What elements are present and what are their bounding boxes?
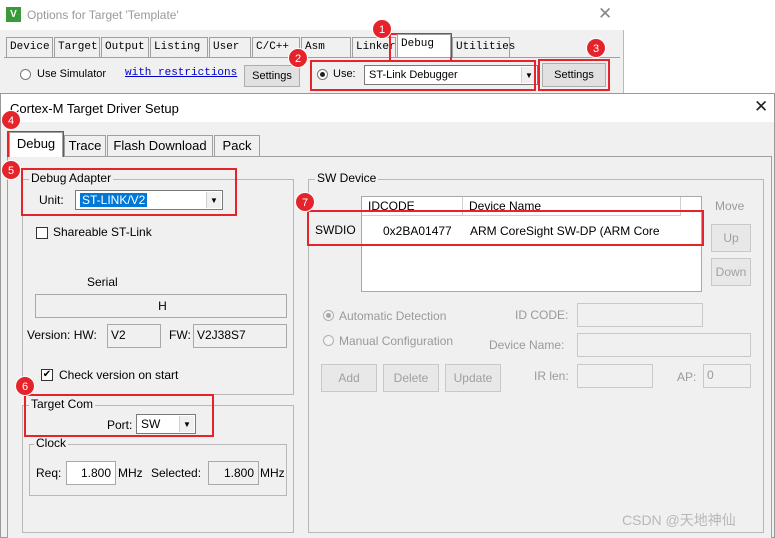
manual-configuration-radio[interactable] xyxy=(323,335,334,346)
use-label: Use: xyxy=(333,68,356,80)
restrictions-link[interactable]: with restrictions xyxy=(125,67,237,79)
csdn-watermark: CSDN @天地神仙 xyxy=(622,512,736,528)
annotation-badge-1: 1 xyxy=(372,19,392,39)
manual-configuration-label: Manual Configuration xyxy=(339,334,454,348)
shareable-st-link-checkbox[interactable] xyxy=(36,227,48,239)
ir-len-input[interactable] xyxy=(577,364,653,388)
tab-output[interactable]: Output xyxy=(101,37,149,57)
clock-group: Clock Req: 1.800 MHz Selected: 1.800 MHz xyxy=(29,436,287,496)
annotation-badge-5: 5 xyxy=(1,160,21,180)
tab-listing[interactable]: Listing xyxy=(150,37,208,57)
use-simulator-radio[interactable] xyxy=(20,69,31,80)
port-label: Port: xyxy=(107,418,133,432)
device-name-column-header[interactable]: Device Name xyxy=(463,197,681,216)
idcode-cell: 0x2BA01477 xyxy=(383,224,452,238)
sw-device-title: SW Device xyxy=(315,171,379,185)
add-button[interactable]: Add xyxy=(321,364,377,392)
ap-label: AP: xyxy=(677,370,697,384)
debugger-select[interactable]: ST-Link Debugger ▼ xyxy=(364,65,538,85)
move-up-button[interactable]: Up xyxy=(711,224,751,252)
serial-label: Serial xyxy=(87,275,118,289)
move-label: Move xyxy=(715,199,745,213)
ap-input[interactable]: 0 xyxy=(703,364,751,388)
debugger-settings-button[interactable]: Settings xyxy=(542,63,606,87)
automatic-detection-radio[interactable] xyxy=(323,310,334,321)
tab-debug[interactable]: Debug xyxy=(9,132,63,157)
unit-select[interactable]: ST-LINK/V2 ▼ xyxy=(75,190,223,210)
tab-linker[interactable]: Linker xyxy=(352,37,396,57)
tab-asm[interactable]: Asm xyxy=(301,37,351,57)
chevron-down-icon: ▼ xyxy=(206,192,221,208)
target-com-title: Target Com xyxy=(29,397,96,411)
unit-label: Unit: xyxy=(39,193,64,207)
cortex-m-target-driver-setup-dialog: Cortex-M Target Driver Setup ✕ Debug Tra… xyxy=(0,93,775,538)
close-icon[interactable]: ✕ xyxy=(598,4,612,24)
req-clock-input[interactable]: 1.800 xyxy=(66,461,116,485)
annotation-badge-6: 6 xyxy=(15,376,35,396)
ir-len-label: IR len: xyxy=(534,369,569,383)
selected-mhz-label: MHz xyxy=(260,466,285,480)
req-label: Req: xyxy=(36,466,62,480)
tab-target[interactable]: Target xyxy=(54,37,100,57)
sw-device-list[interactable]: IDCODE Device Name 0x2BA01477 ARM CoreSi… xyxy=(361,196,702,292)
chevron-down-icon: ▼ xyxy=(179,416,194,432)
check-version-label: Check version on start xyxy=(59,368,179,382)
use-debugger-radio[interactable] xyxy=(317,69,328,80)
tab-trace[interactable]: Trace xyxy=(64,135,106,156)
simulator-settings-button[interactable]: Settings xyxy=(244,65,300,87)
req-mhz-label: MHz xyxy=(118,466,143,480)
options-title-bar: V Options for Target 'Template' ✕ xyxy=(0,0,624,30)
delete-button[interactable]: Delete xyxy=(383,364,439,392)
chevron-down-icon: ▼ xyxy=(521,67,536,83)
tab-utilities[interactable]: Utilities xyxy=(452,37,515,57)
options-window-title: Options for Target 'Template' xyxy=(27,8,179,22)
port-select-value: SW xyxy=(141,417,161,431)
use-simulator-label: Use Simulator xyxy=(37,68,107,80)
options-for-target-window: V Options for Target 'Template' ✕ Device… xyxy=(0,0,624,100)
serial-field: H xyxy=(35,294,287,318)
tab-debug[interactable]: Debug xyxy=(397,34,451,57)
tab-user[interactable]: User xyxy=(209,37,251,57)
sw-device-group: SW Device SWDIO IDCODE Device Name 0x2BA… xyxy=(308,171,764,533)
dialog-title: Cortex-M Target Driver Setup xyxy=(10,101,179,116)
device-name-label: Device Name: xyxy=(489,338,565,352)
annotation-badge-7: 7 xyxy=(295,192,315,212)
unit-select-value: ST-LINK/V2 xyxy=(80,193,148,207)
tab-flash-download[interactable]: Flash Download xyxy=(107,135,213,156)
device-name-input[interactable] xyxy=(577,333,751,357)
annotation-badge-3: 3 xyxy=(586,38,606,58)
fw-label: FW: xyxy=(169,328,191,342)
debugger-select-value: ST-Link Debugger xyxy=(369,69,458,81)
close-icon[interactable]: ✕ xyxy=(754,97,768,117)
version-hw-label: Version: HW: xyxy=(27,328,97,342)
shareable-st-link-label: Shareable ST-Link xyxy=(53,225,152,239)
dialog-title-bar: Cortex-M Target Driver Setup ✕ xyxy=(1,94,774,122)
target-com-group: Target Com Port: SW ▼ Clock Req: 1.800 M… xyxy=(22,397,294,533)
id-code-input[interactable] xyxy=(577,303,703,327)
annotation-badge-4: 4 xyxy=(1,110,21,130)
automatic-detection-label: Automatic Detection xyxy=(339,309,447,323)
debug-adapter-group: Debug Adapter Unit: ST-LINK/V2 ▼ Shareab… xyxy=(22,171,294,395)
update-button[interactable]: Update xyxy=(445,364,501,392)
selected-label: Selected: xyxy=(151,466,202,480)
port-select[interactable]: SW ▼ xyxy=(136,414,196,434)
check-version-checkbox[interactable]: ✔ xyxy=(41,369,53,381)
debug-adapter-title: Debug Adapter xyxy=(29,171,114,185)
id-code-label: ID CODE: xyxy=(515,308,569,322)
tab-device[interactable]: Device xyxy=(6,37,53,57)
swdio-label: SWDIO xyxy=(315,223,356,237)
clock-title: Clock xyxy=(34,436,69,450)
selected-clock-field: 1.800 xyxy=(208,461,259,485)
fw-version-field: V2J38S7 xyxy=(193,324,287,348)
keil-app-icon: V xyxy=(6,7,21,22)
annotation-badge-2: 2 xyxy=(288,48,308,68)
debug-tab-panel: Debug Adapter Unit: ST-LINK/V2 ▼ Shareab… xyxy=(7,156,772,538)
tab-pack[interactable]: Pack xyxy=(214,135,260,156)
device-name-cell: ARM CoreSight SW-DP (ARM Core xyxy=(470,224,660,238)
move-down-button[interactable]: Down xyxy=(711,258,751,286)
idcode-column-header[interactable]: IDCODE xyxy=(362,197,463,216)
hw-version-field: V2 xyxy=(107,324,161,348)
